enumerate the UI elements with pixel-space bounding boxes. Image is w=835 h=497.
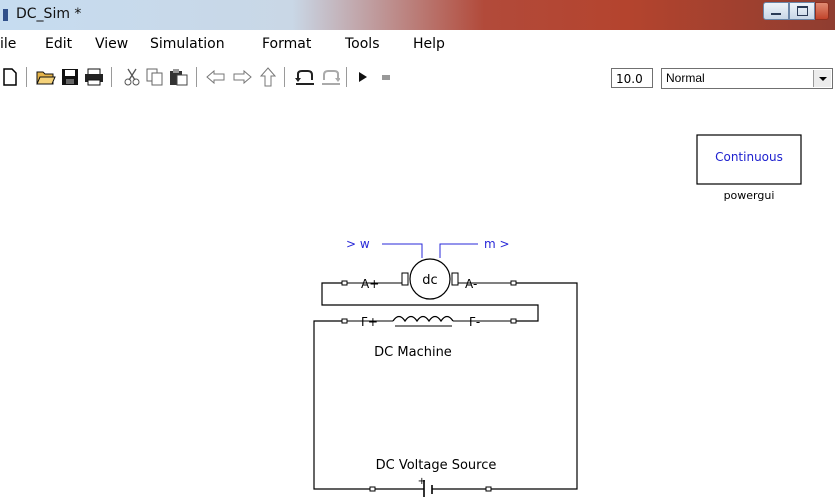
minimize-icon: [771, 13, 781, 15]
menu-help[interactable]: Help: [413, 36, 445, 52]
menu-file[interactable]: ile: [0, 36, 16, 52]
paste-icon: [170, 69, 188, 86]
arrow-right-icon: [233, 69, 252, 85]
close-button[interactable]: [815, 2, 829, 20]
port-a-minus: A-: [465, 277, 477, 291]
window-controls: [763, 2, 829, 22]
menu-format[interactable]: Format: [262, 36, 311, 52]
window-title: DC_Sim *: [16, 6, 82, 22]
menu-bar: ile Edit View Simulation Format Tools He…: [0, 34, 835, 56]
copy-button[interactable]: [145, 67, 165, 87]
play-icon: [359, 72, 367, 82]
open-folder-icon: [36, 71, 56, 85]
output-w-label: > w: [346, 237, 370, 251]
machine-signal-outputs: > w m >: [346, 237, 510, 258]
menu-simulation[interactable]: Simulation: [150, 36, 225, 52]
stop-simulation-button[interactable]: [376, 67, 396, 87]
dc-machine-label: DC Machine: [374, 345, 452, 360]
arrow-left-icon: [206, 69, 225, 85]
simulation-mode-value: Normal: [666, 71, 705, 85]
arrow-up-icon: [260, 67, 276, 87]
undo-icon: [295, 70, 314, 85]
scissors-icon: [124, 68, 140, 86]
print-icon: [85, 68, 103, 86]
copy-icon: [146, 68, 163, 86]
save-button[interactable]: [60, 67, 80, 87]
redo-button[interactable]: [320, 67, 340, 87]
save-icon: [62, 69, 78, 85]
forward-button[interactable]: [232, 67, 252, 87]
model-canvas[interactable]: Continuous powergui > w m > dc A+ A- F+ …: [0, 96, 835, 497]
back-button[interactable]: [206, 67, 226, 87]
dc-source-label: DC Voltage Source: [376, 458, 497, 473]
dc-machine-block[interactable]: dc A+ A- F+ F-: [341, 258, 517, 329]
dc-voltage-source-block[interactable]: +: [369, 476, 492, 497]
port-f-minus: F-: [469, 315, 480, 329]
start-simulation-button[interactable]: [353, 67, 373, 87]
minimize-button[interactable]: [763, 2, 789, 20]
dc-source-plus: +: [418, 476, 426, 487]
title-bar[interactable]: DC_Sim *: [0, 0, 835, 30]
port-f-plus: F+: [361, 315, 378, 329]
output-m-label: m >: [484, 237, 510, 251]
app-icon: [3, 9, 8, 21]
undo-button[interactable]: [294, 67, 314, 87]
menu-edit[interactable]: Edit: [45, 36, 72, 52]
maximize-icon: [796, 6, 808, 16]
menu-view[interactable]: View: [95, 36, 128, 52]
new-file-icon: [3, 68, 17, 86]
cut-button[interactable]: [122, 67, 142, 87]
chevron-down-icon: [818, 76, 827, 81]
powergui-label: powergui: [724, 189, 775, 202]
redo-icon: [322, 70, 340, 85]
print-button[interactable]: [84, 67, 104, 87]
open-button[interactable]: [36, 67, 56, 87]
new-model-button[interactable]: [0, 67, 20, 87]
maximize-button[interactable]: [789, 2, 815, 20]
menu-tools[interactable]: Tools: [345, 36, 380, 52]
powergui-block[interactable]: Continuous: [696, 134, 802, 185]
stop-icon: [382, 75, 390, 80]
up-button[interactable]: [258, 67, 278, 87]
port-a-plus: A+: [361, 277, 379, 291]
machine-center-text: dc: [422, 273, 437, 288]
simulation-mode-select[interactable]: Normal: [661, 68, 833, 89]
stop-time-input[interactable]: 10.0: [611, 68, 653, 88]
dropdown-button[interactable]: [813, 70, 831, 87]
powergui-block-text: Continuous: [715, 150, 783, 164]
paste-button[interactable]: [169, 67, 189, 87]
